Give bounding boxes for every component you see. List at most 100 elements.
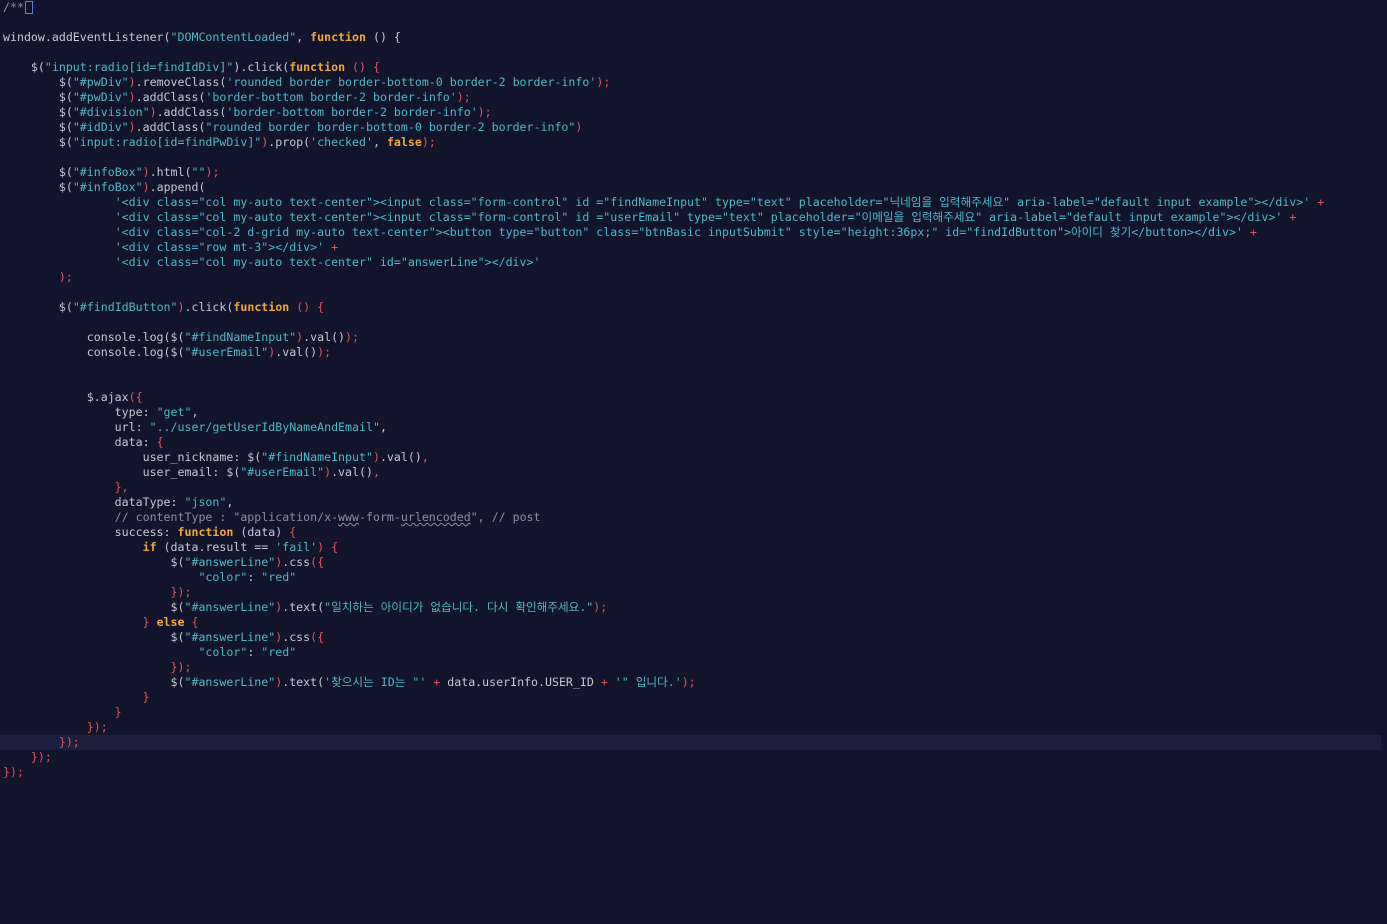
code-token: $( (3, 75, 73, 89)
code-line[interactable] (0, 360, 1387, 375)
code-token: "rounded border border-bottom-0 border-2… (205, 120, 576, 134)
code-token: console.log($( (3, 345, 185, 359)
code-token: ) (149, 105, 157, 119)
code-line[interactable]: }); (0, 585, 1387, 600)
code-line[interactable] (0, 315, 1387, 330)
code-line[interactable]: }); (0, 720, 1387, 735)
code-token: // contentType : "application/x- (3, 510, 339, 524)
code-token: ); (477, 105, 492, 119)
code-line[interactable]: $.ajax({ (0, 390, 1387, 405)
code-token: .val() (379, 450, 422, 464)
code-token: , (296, 30, 311, 44)
code-token: urlencoded (400, 510, 471, 524)
code-token: $( (3, 105, 73, 119)
code-line[interactable]: '<div class="row mt-3"></div>' + (0, 240, 1387, 255)
code-token: : (247, 570, 262, 584)
code-line[interactable]: '<div class="col my-auto text-center"><i… (0, 195, 1387, 210)
code-line[interactable]: success: function (data) { (0, 525, 1387, 540)
code-line[interactable]: $("#pwDiv").addClass('border-bottom bord… (0, 90, 1387, 105)
code-line[interactable]: $("#division").addClass('border-bottom b… (0, 105, 1387, 120)
code-line[interactable]: console.log($("#userEmail").val()); (0, 345, 1387, 360)
code-editor[interactable]: /** window.addEventListener("DOMContentLo… (0, 0, 1387, 924)
code-token: .addClass( (135, 90, 206, 104)
code-token: "#userEmail" (240, 465, 325, 479)
code-line[interactable]: '<div class="col my-auto text-center" id… (0, 255, 1387, 270)
code-token: ) (142, 180, 150, 194)
code-line[interactable]: "color": "red" (0, 570, 1387, 585)
code-token: , (372, 465, 380, 479)
code-token: ); (596, 75, 611, 89)
code-line[interactable]: $("#answerLine").text('찾으시는 ID는 "' + dat… (0, 675, 1387, 690)
code-token: if (142, 540, 157, 554)
code-token: $( (3, 60, 45, 74)
code-line[interactable]: type: "get", (0, 405, 1387, 420)
code-line[interactable] (0, 150, 1387, 165)
code-token: .css (282, 630, 311, 644)
code-line[interactable]: $("input:radio[id=findIdDiv]").click(fun… (0, 60, 1387, 75)
code-token: ); (317, 345, 332, 359)
code-token: console.log($( (3, 330, 185, 344)
code-token: + (1282, 210, 1297, 224)
code-token: .text( (282, 600, 325, 614)
code-line[interactable]: } (0, 690, 1387, 705)
code-token: ) (142, 165, 150, 179)
code-line[interactable]: }); (0, 765, 1387, 780)
code-line[interactable]: $("#infoBox").append( (0, 180, 1387, 195)
code-line[interactable] (0, 375, 1387, 390)
code-token: + (1242, 225, 1257, 239)
code-line[interactable]: user_nickname: $("#findNameInput").val()… (0, 450, 1387, 465)
code-line[interactable] (0, 285, 1387, 300)
code-token: user_email: $( (3, 465, 241, 479)
code-token: 'checked' (310, 135, 373, 149)
code-line[interactable]: }, (0, 480, 1387, 495)
code-token: ({ (310, 555, 325, 569)
code-line[interactable]: window.addEventListener("DOMContentLoade… (0, 30, 1387, 45)
code-line[interactable]: /** (0, 0, 1387, 15)
code-line[interactable]: $("#idDiv").addClass("rounded border bor… (0, 120, 1387, 135)
code-line[interactable]: url: "../user/getUserIdByNameAndEmail", (0, 420, 1387, 435)
code-line[interactable]: console.log($("#findNameInput").val()); (0, 330, 1387, 345)
code-line[interactable] (0, 15, 1387, 30)
code-line[interactable]: ); (0, 270, 1387, 285)
code-token: $( (3, 180, 73, 194)
code-token: "input:radio[id=findPwDiv]" (72, 135, 262, 149)
code-line[interactable]: }); (0, 660, 1387, 675)
code-line[interactable]: $("#findIdButton").click(function () { (0, 300, 1387, 315)
code-token: .append( (149, 180, 206, 194)
code-line[interactable]: '<div class="col my-auto text-center"><i… (0, 210, 1387, 225)
code-token: ) (128, 120, 136, 134)
code-line[interactable]: }); (0, 735, 1381, 750)
code-token: .val() (275, 345, 318, 359)
code-line[interactable] (0, 45, 1387, 60)
code-line[interactable]: // contentType : "application/x-www-form… (0, 510, 1387, 525)
code-token: function (289, 60, 346, 74)
code-line[interactable]: data: { (0, 435, 1387, 450)
code-line[interactable]: $("#infoBox").html(""); (0, 165, 1387, 180)
code-line[interactable]: dataType: "json", (0, 495, 1387, 510)
code-line[interactable]: $("input:radio[id=findPwDiv]").prop('che… (0, 135, 1387, 150)
code-token: + (324, 240, 339, 254)
code-line[interactable]: $("#answerLine").css({ (0, 630, 1387, 645)
code-token: ); (345, 330, 360, 344)
code-token: 'border-bottom border-2 border-info' (205, 90, 457, 104)
code-token: ", // post (470, 510, 541, 524)
code-line[interactable]: } else { (0, 615, 1387, 630)
code-token: "#infoBox" (72, 165, 143, 179)
code-token: false (386, 135, 422, 149)
code-line[interactable]: }); (0, 750, 1387, 765)
code-line[interactable]: if (data.result == 'fail') { (0, 540, 1387, 555)
code-token: else (156, 615, 185, 629)
code-token: '<div class="col my-auto text-center" id… (114, 255, 541, 269)
code-line[interactable]: $("#answerLine").text("일치하는 아이디가 없습니다. 다… (0, 600, 1387, 615)
code-line[interactable]: "color": "red" (0, 645, 1387, 660)
code-token: "#userEmail" (184, 345, 269, 359)
code-line[interactable]: user_email: $("#userEmail").val(), (0, 465, 1387, 480)
code-line[interactable]: } (0, 705, 1387, 720)
code-line[interactable]: '<div class="col-2 d-grid my-auto text-c… (0, 225, 1387, 240)
code-token: window.addEventListener( (3, 30, 171, 44)
code-line[interactable]: $("#pwDiv").removeClass('rounded border … (0, 75, 1387, 90)
code-line[interactable]: $("#answerLine").css({ (0, 555, 1387, 570)
